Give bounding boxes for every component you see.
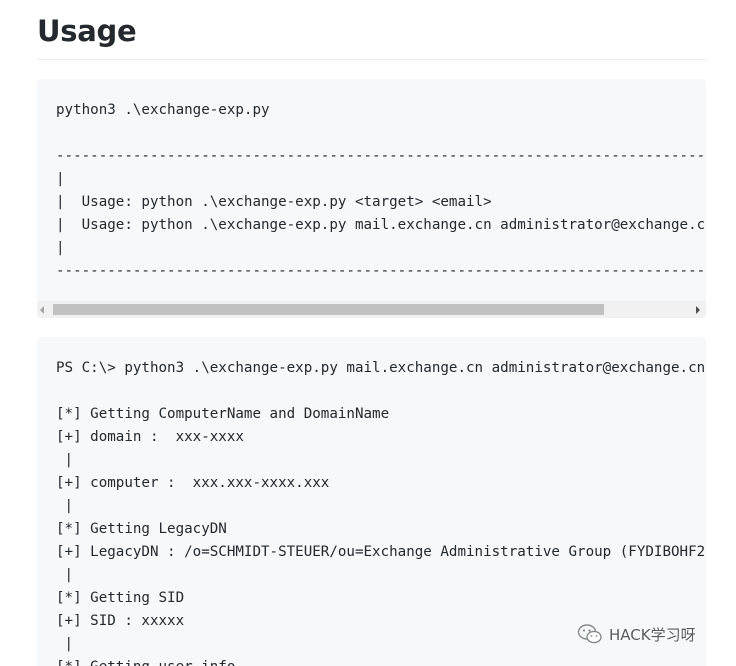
- code-line: |: [56, 636, 74, 652]
- code-line: |: [56, 171, 65, 187]
- code-line: [*] Getting user info: [56, 656, 235, 666]
- code-line: ----------------------------------------…: [56, 148, 706, 164]
- watermark: HACK学习呀: [577, 622, 696, 646]
- code-line: [*] Getting LegacyDN: [56, 521, 227, 537]
- code-line: [+] computer : xxx.xxx-xxxx.xxx: [56, 475, 330, 491]
- code-line: python3 .\exchange-exp.py: [56, 102, 270, 118]
- code-line: |: [56, 452, 74, 468]
- code-line: [+] domain : xxx-xxxx: [56, 429, 244, 445]
- watermark-text: HACK学习呀: [609, 625, 696, 644]
- section-heading: Usage: [37, 14, 137, 48]
- code-line: [*] Getting SID: [56, 590, 185, 606]
- code-line: ----------------------------------------…: [56, 263, 706, 279]
- code-line: [+] LegacyDN : /o=SCHMIDT-STEUER/ou=Exch…: [56, 544, 706, 560]
- scrollbar-thumb[interactable]: [53, 304, 604, 315]
- wechat-icon: [577, 624, 602, 644]
- scroll-right-arrow-icon[interactable]: [696, 306, 700, 314]
- code-block-output: PS C:\> python3 .\exchange-exp.py mail.e…: [37, 337, 706, 666]
- horizontal-scrollbar[interactable]: [37, 301, 706, 318]
- code-line: [+] SID : xxxxx: [56, 613, 185, 629]
- scroll-left-arrow-icon[interactable]: [40, 306, 44, 314]
- code-line: |: [56, 567, 74, 583]
- code-line: | Usage: python .\exchange-exp.py <targe…: [56, 194, 492, 210]
- code-line: |: [56, 240, 65, 256]
- heading-divider: [37, 59, 706, 60]
- code-block-usage: python3 .\exchange-exp.py --------------…: [37, 79, 706, 318]
- code-line: |: [56, 498, 74, 514]
- code-line: PS C:\> python3 .\exchange-exp.py mail.e…: [56, 360, 706, 376]
- code-line: [*] Getting ComputerName and DomainName: [56, 406, 390, 422]
- code-line: | Usage: python .\exchange-exp.py mail.e…: [56, 217, 706, 233]
